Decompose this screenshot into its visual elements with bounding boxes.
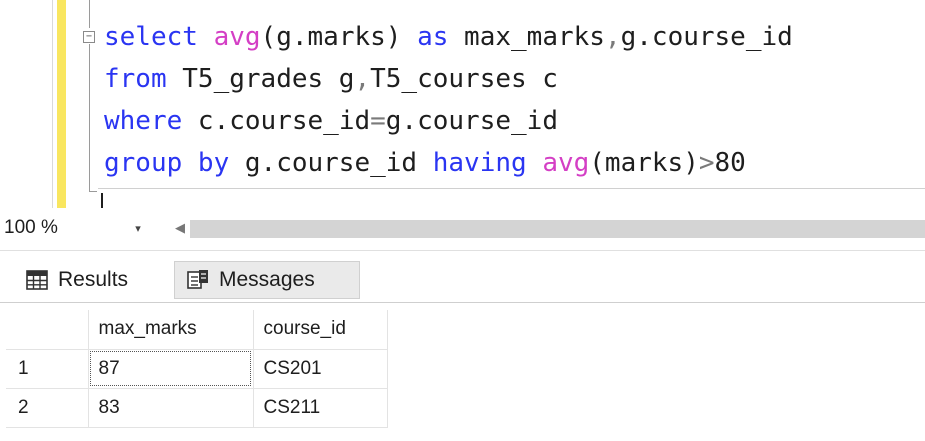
code-token-op: = <box>370 106 386 136</box>
outline-guide-end <box>89 191 97 192</box>
cell-course-id[interactable]: CS211 <box>253 388 388 428</box>
code-token-kw: as <box>417 22 449 52</box>
code-token-kw: group by <box>104 148 230 178</box>
code-token-op: , <box>604 22 621 52</box>
horizontal-scrollbar[interactable] <box>190 220 925 238</box>
row-number[interactable]: 2 <box>6 388 89 428</box>
code-token: max_marks <box>448 22 605 52</box>
query-editor[interactable]: − select avg(g.marks) as max_marks,g.cou… <box>0 0 925 208</box>
code-token: T5_courses c <box>370 64 558 94</box>
code-line-2: from T5_grades g,T5_courses c <box>104 58 558 100</box>
code-token: (g.marks) <box>260 22 418 52</box>
tab-results[interactable]: Results <box>4 261 168 299</box>
messages-icon <box>187 270 209 290</box>
code-token: g.course_id <box>620 22 793 52</box>
row-number[interactable]: 1 <box>6 349 89 389</box>
grid-header-row: max_marks course_id <box>6 310 388 350</box>
results-grid[interactable]: max_marks course_id 1 87 CS201 2 83 CS21… <box>6 310 388 428</box>
code-token-fn: avg <box>213 22 261 52</box>
cell-course-id[interactable]: CS201 <box>253 349 388 389</box>
cell-max-marks[interactable]: 87 <box>88 349 254 389</box>
editor-gutter-divider <box>52 0 53 208</box>
cell-max-marks[interactable]: 83 <box>88 388 254 428</box>
outline-guide <box>89 0 90 28</box>
zoom-dropdown-icon[interactable]: ▾ <box>130 222 146 238</box>
code-token-op: , <box>354 64 371 94</box>
text-caret <box>101 193 103 208</box>
code-line-4: group by g.course_id having avg(marks)>8… <box>104 142 746 184</box>
code-token-kw: having <box>432 148 527 178</box>
code-line-1: select avg(g.marks) as max_marks,g.cours… <box>104 16 793 58</box>
zoom-level[interactable]: 100 % <box>4 217 58 239</box>
code-line-3: where c.course_id=g.course_id <box>104 100 558 142</box>
code-token: T5_grades g <box>166 64 355 94</box>
pane-divider[interactable] <box>0 250 925 251</box>
row-number-header[interactable] <box>6 310 89 350</box>
code-token-kw: select <box>104 22 198 52</box>
code-token: g.course_id <box>229 148 433 178</box>
code-token-op: > <box>698 148 715 178</box>
code-token-fn: avg <box>542 148 590 178</box>
code-token: 80 <box>714 148 746 178</box>
tab-results-label: Results <box>58 268 129 291</box>
code-token-kw: where <box>104 106 183 136</box>
code-token-kw: from <box>104 64 167 94</box>
table-row[interactable]: 1 87 CS201 <box>6 349 388 389</box>
change-tracking-bar <box>57 0 66 208</box>
tab-messages[interactable]: Messages <box>174 261 360 299</box>
scroll-left-icon[interactable]: ◀ <box>172 220 188 238</box>
collapse-toggle-icon[interactable]: − <box>83 31 95 43</box>
code-token: g.course_id <box>385 106 558 136</box>
code-token: (marks) <box>589 148 699 178</box>
table-row[interactable]: 2 83 CS211 <box>6 388 388 428</box>
column-header-course-id[interactable]: course_id <box>253 310 388 350</box>
grid-icon <box>26 270 48 290</box>
tabs-divider <box>0 302 925 303</box>
outline-guide <box>89 44 90 192</box>
tab-messages-label: Messages <box>219 268 315 291</box>
column-header-max-marks[interactable]: max_marks <box>88 310 254 350</box>
code-token: c.course_id <box>182 106 371 136</box>
current-line-indicator <box>98 188 925 189</box>
